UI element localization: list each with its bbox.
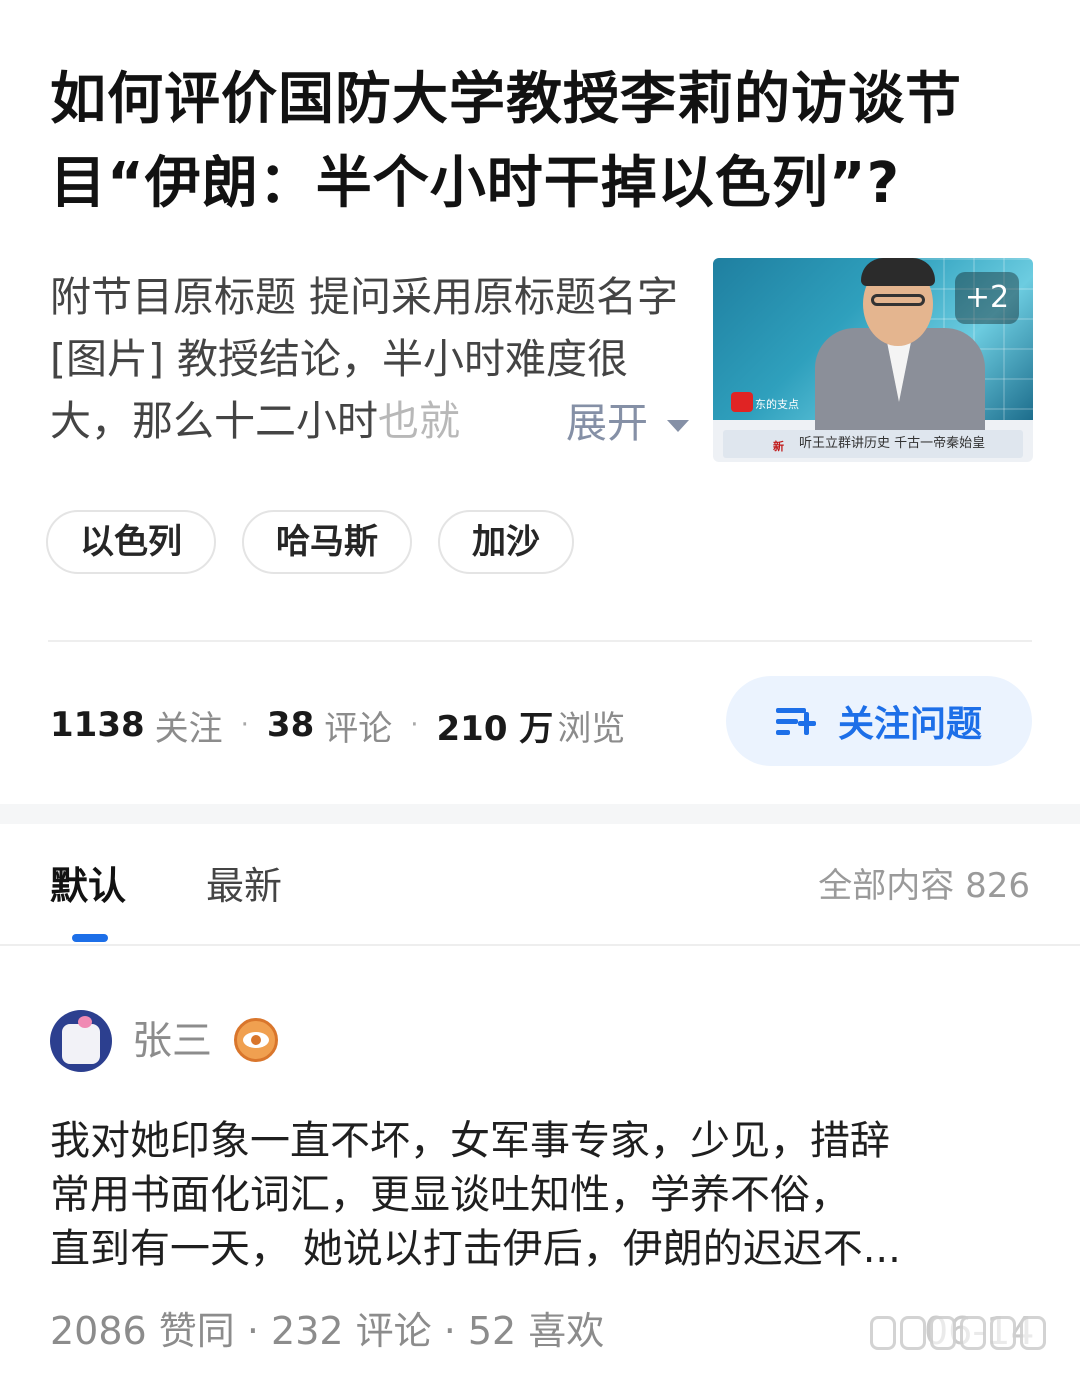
comments-label[interactable]: 评论 — [324, 701, 392, 750]
thumbnail-caption-logo: 新 — [773, 440, 784, 453]
tag-israel[interactable]: 以色列 — [46, 510, 216, 574]
follow-plus-icon — [775, 704, 816, 738]
thumbnail-channel-text: 东的支点 — [755, 398, 799, 411]
expand-link[interactable]: 展开 — [560, 392, 648, 454]
thumbnail-person-glasses — [871, 294, 925, 306]
topic-tags: 以色列 哈马斯 加沙 — [46, 510, 574, 574]
question-title: 如何评价国防大学教授李莉的访谈节目“伊朗：半个小时干掉以色列”? — [50, 67, 962, 216]
avatar[interactable] — [50, 1010, 112, 1072]
more-images-badge: +2 — [955, 272, 1019, 324]
tag-hamas[interactable]: 哈马斯 — [242, 510, 412, 574]
avatar-figure — [62, 1024, 100, 1064]
tab-latest[interactable]: 最新 — [206, 858, 282, 914]
avatar-ear — [78, 1016, 92, 1028]
caret-down-icon[interactable] — [667, 420, 689, 432]
section-separator — [0, 804, 1080, 824]
answer-line: 我对她印象一直不坏，女军事专家，少见，措辞 — [50, 1118, 890, 1164]
tab-default[interactable]: 默认 — [50, 858, 126, 914]
tag-gaza[interactable]: 加沙 — [438, 510, 574, 574]
thumbnail-person-hair — [861, 258, 935, 286]
followers-count: 1138 — [50, 705, 145, 745]
thumbnail-caption: 听王立群讲历史 千古一帝秦始皇 — [723, 430, 1023, 458]
question-stats: 1138 关注 · 38 评论 · 210 万 浏览 — [50, 700, 625, 750]
divider — [48, 640, 1032, 642]
active-tab-indicator — [72, 934, 108, 942]
question-thumbnail[interactable]: 东的支点 +2 听王立群讲历史 千古一帝秦始皇 新 — [713, 258, 1033, 462]
separator-dot: · — [410, 710, 419, 740]
answer-meta: 2086 赞同 · 232 评论 · 52 喜欢 — [50, 1309, 605, 1353]
tabs-divider — [0, 944, 1080, 946]
channel-logo-icon — [731, 392, 753, 412]
follow-question-button[interactable]: 关注问题 — [726, 676, 1032, 766]
answer-excerpt[interactable]: 我对她印象一直不坏，女军事专家，少见，措辞 常用书面化词汇，更显谈吐知性，学养不… — [50, 1114, 1010, 1276]
views-count: 210 万 — [436, 708, 554, 749]
follow-question-label: 关注问题 — [837, 704, 982, 745]
answer-line: 直到有一天， 她说以打击伊后，伊朗的迟迟不... — [50, 1226, 901, 1272]
all-content-count: 全部内容 826 — [818, 866, 1030, 906]
followers-label: 关注 — [154, 708, 223, 749]
answer-line: 常用书面化词汇，更显谈吐知性，学养不俗， — [50, 1172, 850, 1218]
views-label: 浏览 — [557, 708, 626, 749]
separator-dot: · — [240, 710, 249, 740]
watermark-glyphs — [870, 1316, 1046, 1350]
author-name[interactable]: 张三 — [132, 1014, 212, 1068]
excerpt-fade-text: 也就 — [378, 397, 460, 445]
eye-badge-icon — [234, 1018, 278, 1062]
comments-count: 38 — [266, 705, 315, 745]
